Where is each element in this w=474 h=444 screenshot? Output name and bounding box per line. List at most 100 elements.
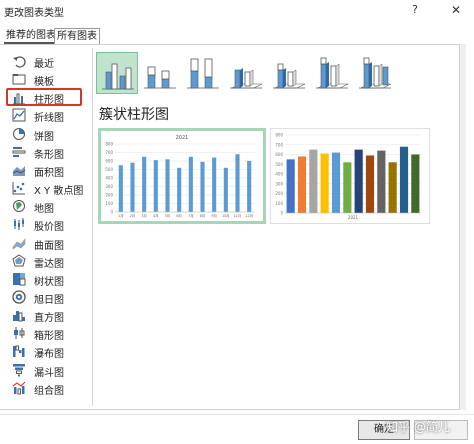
chart-preview-1[interactable]: 0 100 200 300 400 500 600 700 800 1月 2月 3月 4月 5月 6月 7月 8… <box>98 128 266 224</box>
bar <box>309 149 318 213</box>
sidebar-item-area-chart[interactable]: 面积图 <box>10 161 84 179</box>
x-tick-label: 1月 <box>118 214 124 218</box>
subtype-clustered-column[interactable] <box>96 52 138 94</box>
sidebar-item-waterfall-chart[interactable]: 瀑布图 <box>10 342 84 360</box>
sidebar-item-surface-chart[interactable]: 曲面图 <box>10 234 84 252</box>
x-tick-label: 12月 <box>245 214 253 218</box>
bar <box>343 162 352 213</box>
help-button[interactable]: ? <box>408 2 422 18</box>
y-tick-label: 400 <box>105 176 113 181</box>
surface-chart-icon <box>12 236 26 250</box>
y-tick-label: 600 <box>105 159 113 164</box>
subtype-3d-stacked-column[interactable] <box>268 52 310 94</box>
sidebar-item-label: 地图 <box>34 204 54 216</box>
y-tick-label: 200 <box>275 191 283 196</box>
y-tick-label: 500 <box>105 167 113 172</box>
bar <box>286 159 295 213</box>
close-button[interactable]: ✕ <box>448 2 464 18</box>
sidebar-item-label: 漏斗图 <box>34 367 64 379</box>
sidebar-item-label: 箱形图 <box>34 331 64 343</box>
subtype-stacked-column[interactable] <box>139 52 181 94</box>
dialog-title: 更改图表类型 <box>4 8 64 19</box>
sidebar-item-label: 雷达图 <box>34 258 64 270</box>
sidebar-item-column-chart[interactable]: 柱形图 <box>6 88 82 107</box>
tab-all-charts[interactable]: 所有图表 <box>54 28 100 44</box>
bar <box>297 156 307 213</box>
sunburst-chart-icon <box>12 290 26 304</box>
box-whisker-chart-icon <box>12 326 26 340</box>
sidebar-item-stock-chart[interactable]: 股价图 <box>10 215 84 233</box>
x-tick-label: 5月 <box>165 214 171 218</box>
sidebar-item-radar-chart[interactable]: 雷达图 <box>10 252 84 270</box>
x-tick-label: 9月 <box>211 214 217 218</box>
bar <box>177 167 182 212</box>
y-tick-label: 700 <box>105 150 113 155</box>
sidebar-item-undo[interactable]: 最近 <box>10 52 84 70</box>
bar <box>165 159 170 212</box>
x-tick-label: 7月 <box>188 214 194 218</box>
watermark-text: 知乎 @简儿 <box>386 420 450 434</box>
x-tick-label: 2月 <box>130 214 136 218</box>
sidebar-item-histogram-chart[interactable]: 直方图 <box>10 306 84 324</box>
y-tick-label: 500 <box>275 162 283 167</box>
bar-chart-icon <box>12 145 26 159</box>
y-tick-label: 300 <box>105 184 113 189</box>
y-tick-label: 400 <box>275 172 283 177</box>
sidebar-item-pie-chart[interactable]: 饼图 <box>10 125 84 143</box>
sidebar-item-label: 饼图 <box>34 131 54 143</box>
sidebar-item-label: 瀑布图 <box>34 349 64 361</box>
vertical-scrollbar[interactable] <box>460 44 466 410</box>
bar <box>399 146 409 213</box>
subtype-100-stacked-column[interactable] <box>182 52 224 94</box>
x-tick-label: 8月 <box>200 214 206 218</box>
sidebar-item-sunburst-chart[interactable]: 旭日图 <box>10 288 84 306</box>
y-tick-label: 300 <box>275 181 283 186</box>
sidebar-item-label: 柱形图 <box>34 95 64 107</box>
sidebar-item-scatter-chart[interactable]: X Y 散点图 <box>10 179 84 197</box>
x-tick-label: 3月 <box>141 214 147 218</box>
bar <box>212 157 217 212</box>
sidebar-item-bar-chart[interactable]: 条形图 <box>10 143 84 161</box>
sidebar-item-label: 直方图 <box>34 313 64 325</box>
y-tick-label: 700 <box>275 142 283 147</box>
pie-chart-icon <box>12 127 26 141</box>
subtype-title: 簇状柱形图 <box>99 107 169 123</box>
sidebar-item-combo-chart[interactable]: 组合图 <box>10 379 84 397</box>
bar <box>377 150 386 213</box>
sidebar-divider <box>92 48 93 406</box>
tab-recommended-charts[interactable]: 推荐的图表 <box>4 28 56 44</box>
histogram-chart-icon <box>12 308 26 322</box>
dialog-titlebar: 更改图表类型 ? ✕ <box>0 0 474 22</box>
sidebar-item-funnel-chart[interactable]: 漏斗图 <box>10 361 84 379</box>
bar <box>153 160 158 212</box>
y-tick-label: 800 <box>275 133 283 138</box>
bar <box>223 167 228 212</box>
bar <box>130 162 135 212</box>
sidebar-item-line-chart[interactable]: 折线图 <box>10 106 84 124</box>
sidebar-item-treemap-chart[interactable]: 树状图 <box>10 270 84 288</box>
subtype-3d-clustered-column[interactable] <box>225 52 267 94</box>
y-tick-label: 0 <box>280 211 283 216</box>
subtype-3d-column[interactable] <box>354 52 396 94</box>
sidebar-item-box-whisker-chart[interactable]: 箱形图 <box>10 324 84 342</box>
funnel-chart-icon <box>12 363 26 377</box>
sidebar-item-label: X Y 散点图 <box>34 186 84 198</box>
bar <box>247 161 252 212</box>
line-chart-icon <box>12 108 26 122</box>
bar <box>388 162 397 213</box>
bar <box>331 152 341 213</box>
scatter-chart-icon <box>12 181 26 195</box>
subtype-3d-100-stacked-column[interactable] <box>311 52 353 94</box>
bar <box>235 154 240 212</box>
column-chart-icon <box>12 91 26 105</box>
stock-chart-icon <box>12 217 26 231</box>
sidebar-item-label: 最近 <box>34 59 54 70</box>
sidebar-item-map-chart[interactable]: 地图 <box>10 197 84 215</box>
x-tick-label: 4月 <box>153 214 159 218</box>
chart-title: 2021 <box>176 135 189 141</box>
y-tick-label: 100 <box>105 201 113 206</box>
y-tick-label: 100 <box>275 201 283 206</box>
chart-preview-2[interactable]: 0 100 200 300 400 500 600 700 800 2021 <box>270 128 430 224</box>
sidebar-item-folder[interactable]: 模板 <box>10 70 84 88</box>
area-chart-icon <box>12 163 26 177</box>
